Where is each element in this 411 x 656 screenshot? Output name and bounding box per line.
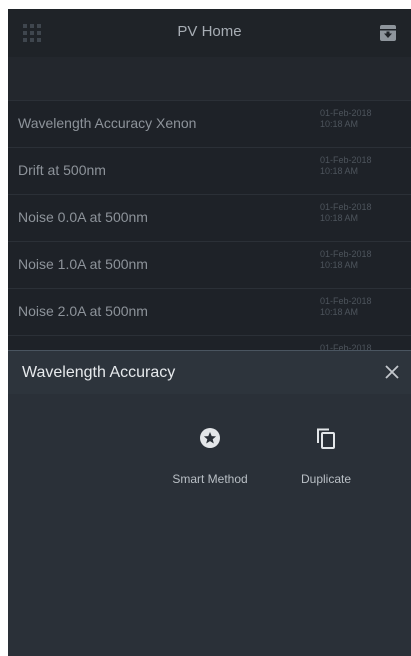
sub-header-bar: [8, 57, 411, 100]
smart-method-label: Smart Method: [172, 472, 248, 486]
sheet-title: Wavelength Accuracy: [22, 364, 176, 381]
list-item-time: 10:18 AM: [320, 119, 359, 129]
list-item-title: Wavelength Accuracy Xenon: [18, 115, 197, 131]
method-list: Wavelength Accuracy Xenon 01-Feb-2018 10…: [8, 100, 411, 382]
duplicate-button[interactable]: Duplicate: [276, 427, 376, 486]
star-circle-icon: [200, 428, 220, 448]
list-item[interactable]: Noise 1.0A at 500nm 01-Feb-2018 10:18 AM: [8, 241, 411, 288]
bottom-sheet: Wavelength Accuracy Smart Method Duplica…: [8, 350, 411, 656]
list-item[interactable]: Noise 2.0A at 500nm 01-Feb-2018 10:18 AM: [8, 288, 411, 335]
list-item-date: 01-Feb-2018: [320, 155, 372, 165]
list-item-time: 10:18 AM: [320, 307, 359, 317]
copy-icon: [317, 428, 335, 449]
close-icon[interactable]: [384, 364, 400, 380]
list-item-date: 01-Feb-2018: [320, 108, 372, 118]
list-item-timestamp: 01-Feb-2018 10:18 AM: [320, 155, 372, 177]
list-item[interactable]: Noise 0.0A at 500nm 01-Feb-2018 10:18 AM: [8, 194, 411, 241]
top-app-bar: PV Home: [8, 9, 411, 57]
page-title: PV Home: [177, 23, 242, 40]
list-item-title: Noise 0.0A at 500nm: [18, 209, 148, 225]
smart-method-button[interactable]: Smart Method: [160, 427, 260, 486]
list-item-title: Noise 1.0A at 500nm: [18, 256, 148, 272]
list-item[interactable]: Drift at 500nm 01-Feb-2018 10:18 AM: [8, 147, 411, 194]
list-item-time: 10:18 AM: [320, 260, 359, 270]
list-item-date: 01-Feb-2018: [320, 296, 372, 306]
list-item-date: 01-Feb-2018: [320, 249, 372, 259]
list-item-timestamp: 01-Feb-2018 10:18 AM: [320, 296, 372, 318]
list-item-timestamp: 01-Feb-2018 10:18 AM: [320, 249, 372, 271]
list-item-title: Noise 2.0A at 500nm: [18, 303, 148, 319]
duplicate-label: Duplicate: [300, 472, 352, 486]
list-item-time: 10:18 AM: [320, 166, 359, 176]
list-item-time: 10:18 AM: [320, 213, 359, 223]
bottom-sheet-header: Wavelength Accuracy: [8, 351, 411, 394]
list-item[interactable]: Wavelength Accuracy Xenon 01-Feb-2018 10…: [8, 100, 411, 147]
list-item-title: Drift at 500nm: [18, 162, 106, 178]
app-screen: PV Home Wavelength Accuracy Xenon 01-Feb…: [8, 9, 411, 656]
archive-icon[interactable]: [379, 24, 397, 42]
list-item-timestamp: 01-Feb-2018 10:18 AM: [320, 202, 372, 224]
list-item-timestamp: 01-Feb-2018 10:18 AM: [320, 108, 372, 130]
list-item-date: 01-Feb-2018: [320, 202, 372, 212]
